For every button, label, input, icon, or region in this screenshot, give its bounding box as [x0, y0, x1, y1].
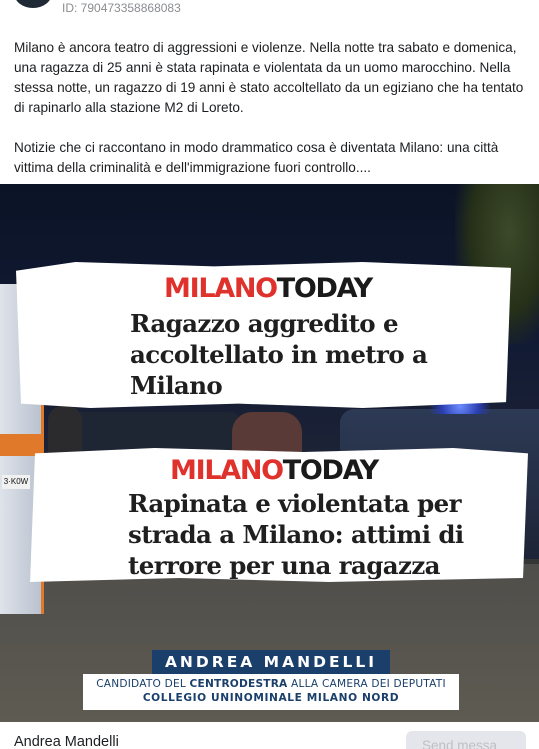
page-name-link[interactable]: Andrea Mandelli	[14, 734, 119, 749]
milanotoday-logo: MILANOTODAY	[170, 455, 379, 486]
headline-line: accoltellato in metro a	[130, 340, 428, 369]
post-footer: Andrea Mandelli Send messa	[0, 722, 539, 749]
logo-part-dark: TODAY	[282, 455, 379, 486]
role-text: ALLA CAMERA DEI DEPUTATI	[287, 678, 446, 690]
post-paragraph: Notizie che ci raccontano in modo dramma…	[14, 140, 499, 175]
post-header: ID: 790473358868083	[0, 0, 539, 26]
post-id: ID: 790473358868083	[62, 1, 181, 15]
candidate-constituency: COLLEGIO UNINOMINALE MILANO NORD	[142, 692, 400, 704]
bystander	[232, 412, 302, 452]
logo-part-dark: TODAY	[276, 273, 373, 304]
headline-line: Ragazzo aggredito e	[130, 309, 399, 338]
headline-line: strada a Milano: attimi di	[128, 520, 464, 549]
send-message-button[interactable]: Send messa	[406, 731, 526, 749]
headline-line: terrore per una ragazza	[128, 551, 441, 580]
post-paragraph: Milano è ancora teatro di aggressioni e …	[14, 40, 524, 115]
logo-part-red: MILANO	[164, 273, 278, 304]
headline-line: Rapinata e violentata per	[128, 489, 462, 518]
ambulance-stripe	[0, 434, 44, 456]
candidate-role: CANDIDATO DEL CENTRODESTRA ALLA CAMERA D…	[83, 677, 459, 691]
license-plate: 3·K0W	[2, 475, 30, 489]
headline-line: Milano	[130, 371, 223, 400]
news-clipping-2: MILANOTODAY Rapinata e violentata per st…	[30, 448, 528, 582]
clipping-headline: Ragazzo aggredito e accoltellato in metr…	[130, 308, 500, 401]
candidate-name-banner: ANDREA MANDELLI	[152, 650, 390, 675]
logo-part-red: MILANO	[170, 455, 284, 486]
avatar[interactable]	[14, 0, 52, 8]
post-text: Milano è ancora teatro di aggressioni e …	[14, 38, 529, 198]
party-text: CENTRODESTRA	[189, 678, 288, 690]
post-image[interactable]: 3·K0W MILANOTODAY Ragazzo aggredito e ac…	[0, 184, 539, 722]
clipping-headline: Rapinata e violentata per strada a Milan…	[128, 488, 518, 581]
milanotoday-logo: MILANOTODAY	[164, 273, 373, 304]
candidate-subtitle-banner: CANDIDATO DEL CENTRODESTRA ALLA CAMERA D…	[83, 674, 459, 710]
role-text: CANDIDATO DEL	[96, 678, 190, 690]
news-clipping-1: MILANOTODAY Ragazzo aggredito e accoltel…	[16, 262, 511, 408]
